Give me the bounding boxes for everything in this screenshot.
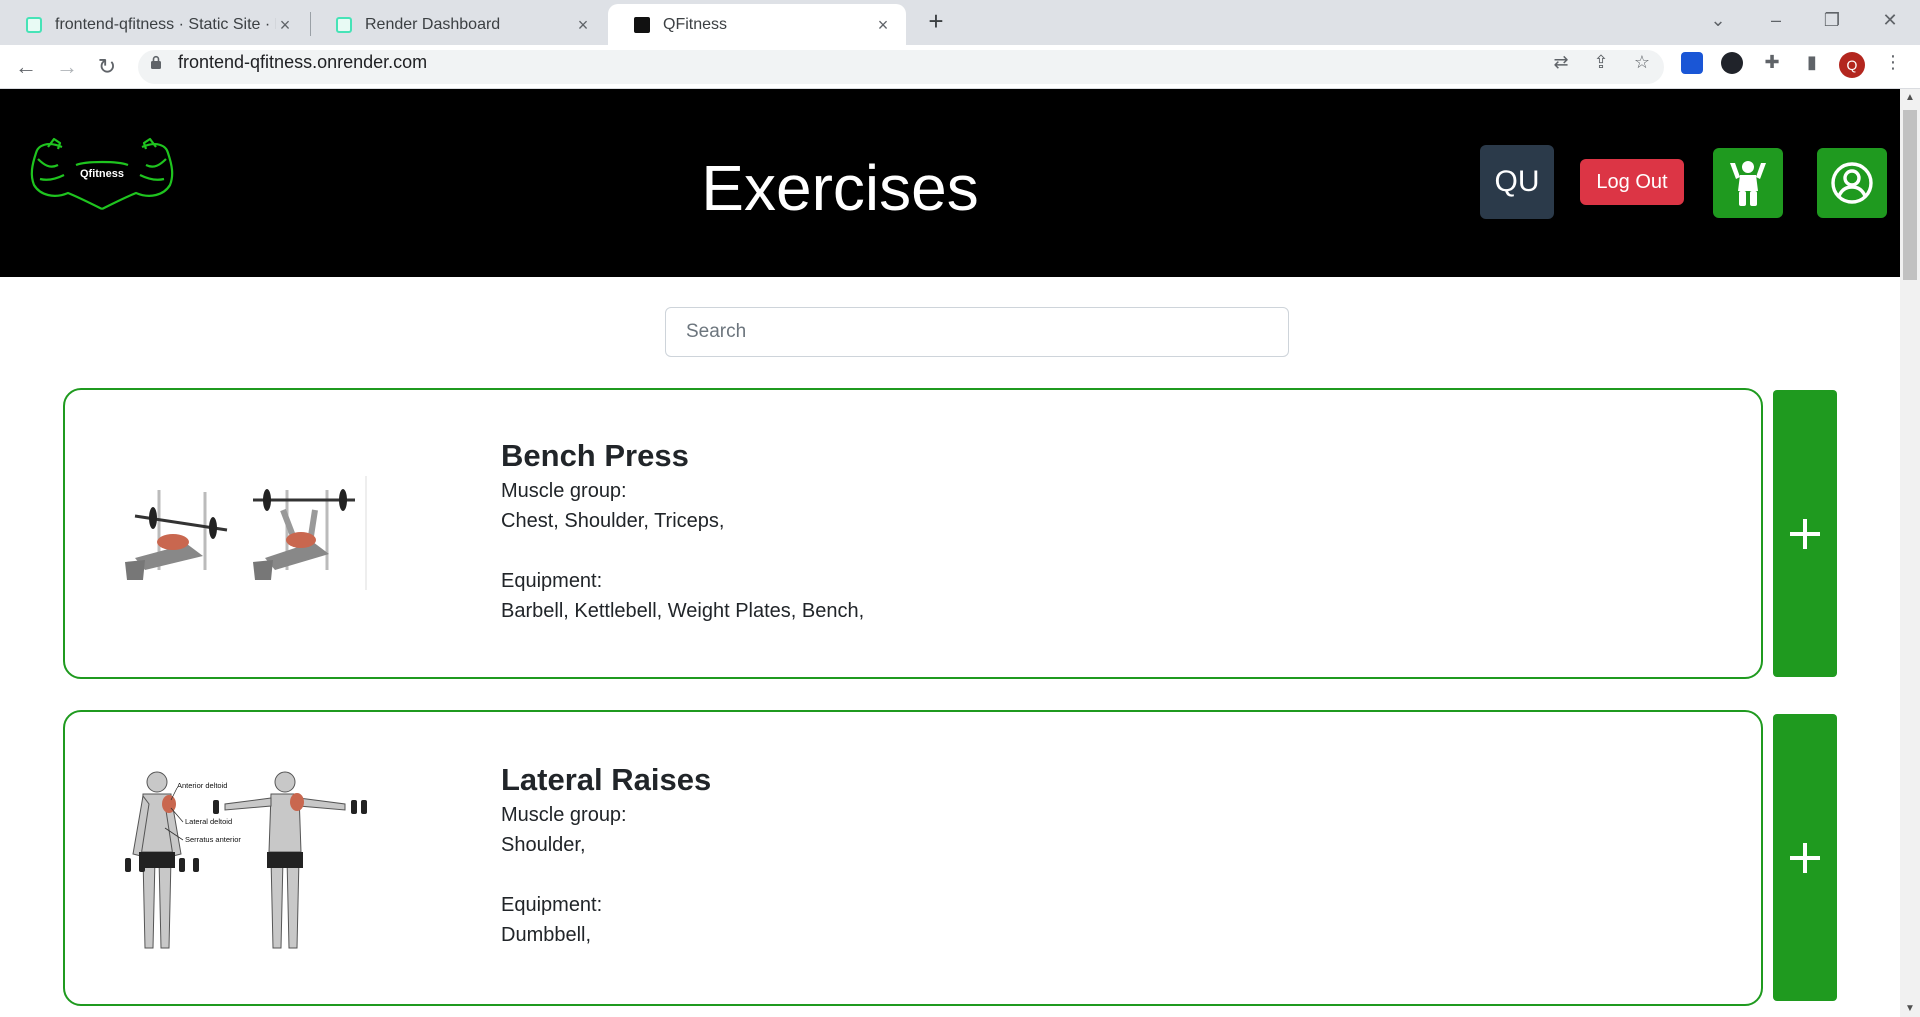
react-devtools-icon[interactable] <box>1721 52 1743 74</box>
anterior-deltoid-label: Anterior deltoid <box>177 781 227 790</box>
qfitness-favicon-icon <box>634 17 650 33</box>
tab-title: QFitness <box>663 15 728 33</box>
tab-title: Render Dashboard <box>365 15 501 33</box>
tab-search-chevron-icon[interactable]: ⌄ <box>1698 6 1738 34</box>
add-exercise-button[interactable] <box>1773 390 1837 677</box>
bookmark-star-icon[interactable]: ☆ <box>1631 51 1653 73</box>
muscle-group-label: Muscle group: <box>501 804 627 826</box>
translate-icon[interactable]: ⇄ <box>1550 51 1572 73</box>
equipment-label: Equipment: <box>501 570 603 592</box>
reload-icon[interactable]: ↻ <box>93 53 121 81</box>
muscle-group-value: Shoulder, <box>501 834 586 856</box>
exercise-card[interactable]: Bench Press Muscle group: Chest, Shoulde… <box>63 388 1763 679</box>
render-favicon-icon <box>26 17 42 33</box>
app-header: Qfitness Exercises QU Log Out <box>0 89 1900 277</box>
back-icon[interactable]: ← <box>12 53 40 81</box>
exercise-card[interactable]: Anterior deltoid Lateral deltoid Serratu… <box>63 710 1763 1006</box>
scroll-down-icon[interactable]: ▼ <box>1904 1003 1916 1015</box>
render-favicon-icon <box>336 17 352 33</box>
lock-icon[interactable] <box>150 55 162 69</box>
tab-qfitness[interactable]: QFitness × <box>608 4 906 45</box>
minimize-icon[interactable]: – <box>1756 6 1796 34</box>
url-text[interactable]: frontend-qfitness.onrender.com <box>178 52 427 73</box>
close-tab-icon[interactable]: × <box>874 16 892 34</box>
extensions-puzzle-icon[interactable]: ✚ <box>1761 51 1783 73</box>
search-input[interactable] <box>665 307 1289 357</box>
page-title: Exercises <box>701 152 979 224</box>
profile-button[interactable] <box>1817 148 1887 218</box>
tab-title: frontend-qfitness · Static Site · R <box>55 15 276 33</box>
serratus-anterior-label: Serratus anterior <box>185 835 241 844</box>
forward-icon[interactable]: → <box>53 53 81 81</box>
close-window-icon[interactable]: ✕ <box>1870 6 1910 34</box>
user-circle-icon <box>1831 162 1873 204</box>
muscle-group-label: Muscle group: <box>501 480 627 502</box>
bench-press-image <box>115 476 367 590</box>
extension-blue-icon[interactable] <box>1681 52 1703 74</box>
lateral-deltoid-label: Lateral deltoid <box>185 817 232 826</box>
user-initials-button[interactable]: QU <box>1480 145 1554 219</box>
page-content: Qfitness Exercises QU Log Out Search Ben… <box>0 89 1900 1017</box>
close-tab-icon[interactable]: × <box>276 16 294 34</box>
equipment-value: Dumbbell, <box>501 924 592 946</box>
exercise-name: Bench Press <box>501 438 689 473</box>
exercise-details: Bench Press Muscle group: Chest, Shoulde… <box>501 438 864 626</box>
new-tab-icon[interactable]: + <box>922 8 950 36</box>
close-tab-icon[interactable]: × <box>574 16 592 34</box>
workouts-button[interactable] <box>1713 148 1783 218</box>
restore-icon[interactable]: ❐ <box>1812 6 1852 34</box>
chrome-menu-icon[interactable]: ⋮ <box>1882 51 1904 73</box>
equipment-value: Barbell, Kettlebell, Weight Plates, Benc… <box>501 600 865 622</box>
exercise-details: Lateral Raises Muscle group: Shoulder, E… <box>501 762 711 950</box>
plus-icon <box>1790 842 1820 873</box>
tab-render-static-site[interactable]: frontend-qfitness · Static Site · R × <box>0 4 308 45</box>
lateral-raises-image: Anterior deltoid Lateral deltoid Serratu… <box>115 764 369 954</box>
muscle-group-value: Chest, Shoulder, Triceps, <box>501 510 725 532</box>
browser-tab-strip: frontend-qfitness · Static Site · R × Re… <box>0 0 1920 45</box>
share-icon[interactable]: ⇪ <box>1590 51 1612 73</box>
logout-button[interactable]: Log Out <box>1580 159 1684 205</box>
profile-avatar[interactable]: Q <box>1839 52 1865 78</box>
strongman-icon <box>1730 161 1766 206</box>
side-panel-icon[interactable]: ▮ <box>1801 51 1823 73</box>
equipment-label: Equipment: <box>501 894 603 916</box>
scroll-up-icon[interactable]: ▲ <box>1904 92 1916 104</box>
plus-icon <box>1790 518 1820 549</box>
scrollbar-thumb[interactable] <box>1903 110 1917 280</box>
exercise-name: Lateral Raises <box>501 762 712 797</box>
add-exercise-button[interactable] <box>1773 714 1837 1001</box>
tab-render-dashboard[interactable]: Render Dashboard × <box>310 4 606 45</box>
